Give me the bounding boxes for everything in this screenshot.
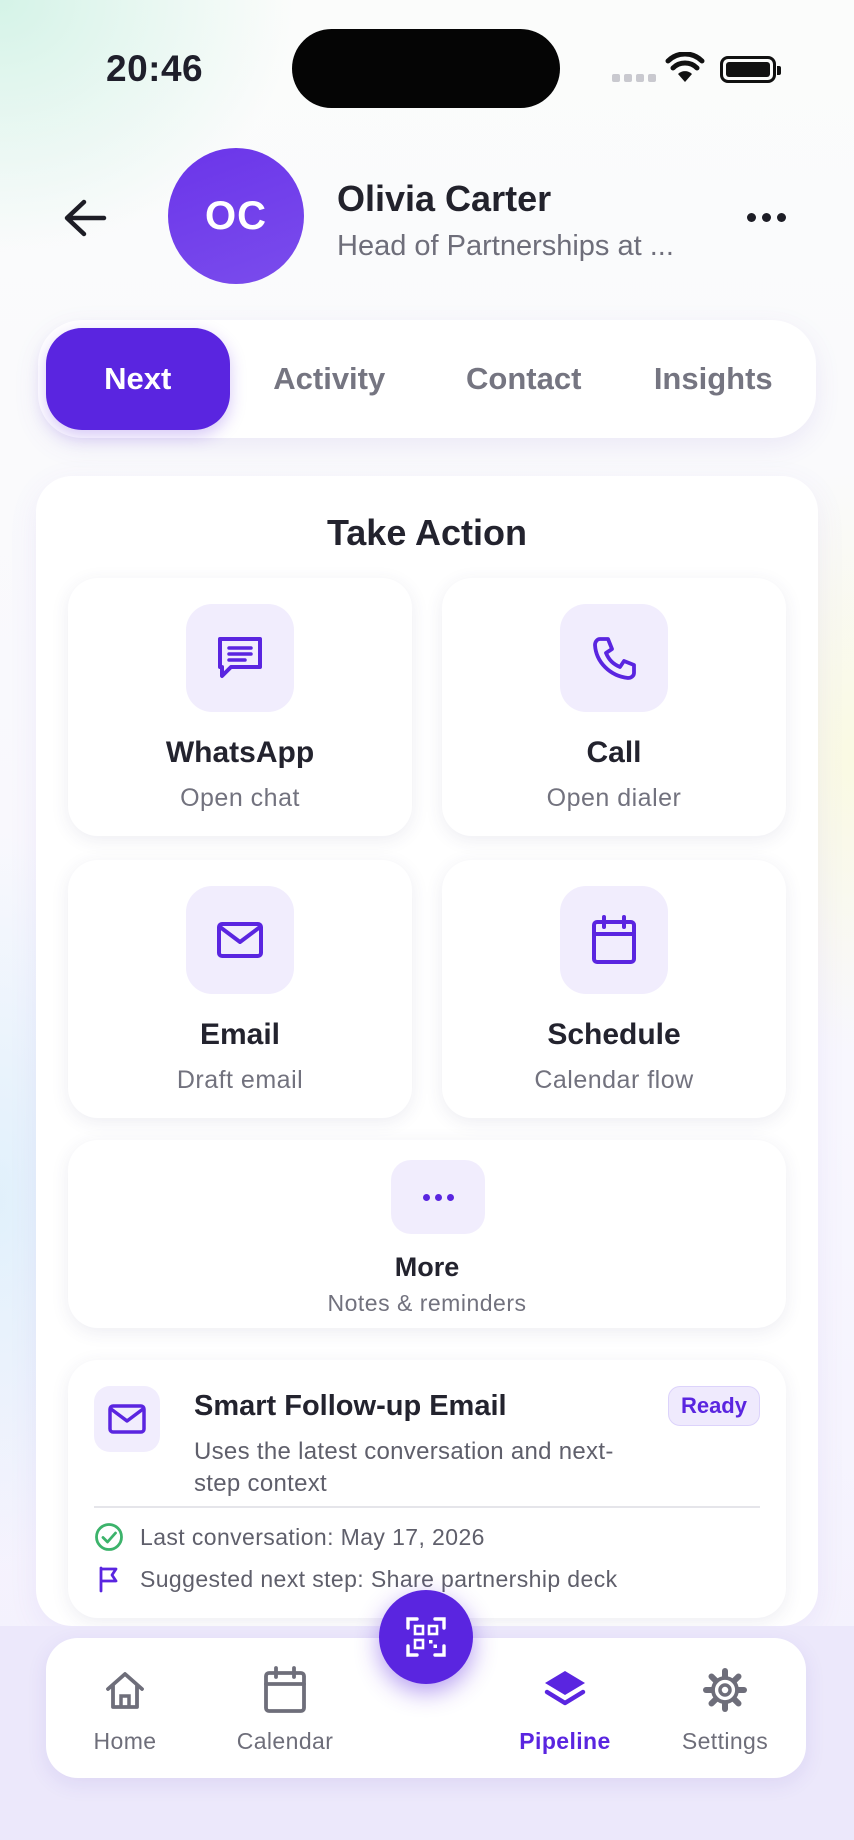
- calendar-icon: [215, 1666, 355, 1714]
- more-action-button[interactable]: More Notes & reminders: [68, 1140, 786, 1328]
- chat-icon: [186, 604, 294, 712]
- section-title: Take Action: [326, 512, 528, 553]
- action-label: Call: [586, 736, 642, 769]
- qr-scan-icon: [406, 1617, 446, 1657]
- nav-label: Home: [93, 1728, 157, 1754]
- action-label: WhatsApp: [165, 736, 315, 769]
- last-conversation-text: Last conversation: May 17, 2026: [140, 1523, 485, 1550]
- nav-label: Calendar: [236, 1728, 334, 1754]
- tab-contact[interactable]: Contact: [429, 328, 619, 430]
- camera-notch: [292, 29, 560, 108]
- arrow-left-icon: [64, 199, 107, 237]
- home-icon: [55, 1666, 195, 1714]
- action-subtitle: Open chat: [180, 784, 300, 812]
- contact-name: Olivia Carter: [337, 178, 552, 219]
- gear-icon: [655, 1666, 795, 1714]
- phone-icon: [560, 604, 668, 712]
- avatar-initials: OC: [205, 193, 267, 238]
- nav-item-settings[interactable]: Settings: [655, 1666, 795, 1755]
- whatsapp-action-button[interactable]: WhatsApp Open chat: [68, 578, 412, 836]
- nav-label: Settings: [681, 1728, 769, 1754]
- schedule-action-button[interactable]: Schedule Calendar flow: [442, 860, 786, 1118]
- ellipsis-icon: [391, 1160, 485, 1234]
- divider: [94, 1506, 760, 1508]
- nav-item-home[interactable]: Home: [55, 1666, 195, 1755]
- more-options-button[interactable]: [740, 197, 792, 237]
- action-subtitle: Draft email: [176, 1066, 304, 1094]
- action-subtitle: Notes & reminders: [327, 1290, 527, 1316]
- mail-icon: [94, 1386, 160, 1452]
- next-step-text: Suggested next step: Share partnership d…: [140, 1565, 618, 1592]
- status-badge: Ready: [667, 1386, 760, 1426]
- more-dot: [761, 212, 771, 222]
- action-subtitle: Calendar flow: [534, 1066, 694, 1094]
- smart-followup-card[interactable]: Smart Follow-up Email Ready Uses the lat…: [68, 1360, 786, 1618]
- wifi-icon: [665, 51, 705, 89]
- more-dot: [746, 212, 756, 222]
- scan-fab-button[interactable]: [379, 1590, 473, 1684]
- action-subtitle: Open dialer: [546, 784, 682, 812]
- email-action-button[interactable]: Email Draft email: [68, 860, 412, 1118]
- layers-icon: [495, 1666, 635, 1714]
- tab-activity[interactable]: Activity: [230, 328, 429, 430]
- tab-next[interactable]: Next: [46, 328, 230, 430]
- action-label: Email: [199, 1018, 281, 1051]
- followup-description: Uses the latest conversation and next-st…: [194, 1438, 614, 1497]
- status-time: 20:46: [106, 48, 204, 89]
- calendar-icon: [560, 886, 668, 994]
- next-step-row: Suggested next step: Share partnership d…: [94, 1564, 618, 1594]
- back-button[interactable]: [55, 188, 115, 248]
- battery-icon: [720, 56, 781, 83]
- call-action-button[interactable]: Call Open dialer: [442, 578, 786, 836]
- nav-item-pipeline[interactable]: Pipeline: [495, 1666, 635, 1755]
- action-label: Schedule: [547, 1018, 681, 1051]
- mail-icon: [186, 886, 294, 994]
- contact-role: Head of Partnerships at ...: [337, 230, 674, 262]
- take-action-card: Take Action WhatsApp Open chat Call Open…: [36, 476, 818, 1626]
- last-conversation-row: Last conversation: May 17, 2026: [94, 1522, 485, 1552]
- nav-item-calendar[interactable]: Calendar: [215, 1666, 355, 1755]
- avatar: OC: [168, 148, 304, 284]
- nav-label: Pipeline: [519, 1728, 611, 1754]
- flag-icon: [99, 1566, 118, 1593]
- cellular-signal-icon: [612, 74, 656, 82]
- followup-title: Smart Follow-up Email: [194, 1390, 507, 1422]
- tab-insights[interactable]: Insights: [618, 328, 808, 430]
- tab-bar: Next Activity Contact Insights: [38, 320, 816, 438]
- check-circle-icon: [95, 1523, 123, 1551]
- action-label: More: [394, 1252, 460, 1282]
- more-dot: [776, 212, 786, 222]
